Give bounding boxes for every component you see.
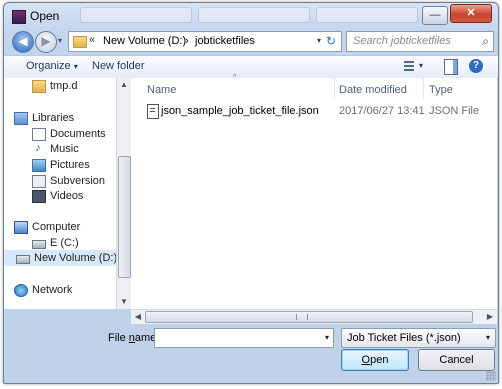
minimize-button[interactable]: — xyxy=(422,6,448,25)
scroll-up-arrow[interactable]: ▲ xyxy=(117,78,131,92)
search-icon[interactable]: ⌕ xyxy=(482,34,489,49)
nav-item-new-volume-d[interactable]: New Volume (D:) xyxy=(4,250,118,266)
navigation-pane: tmp.d Libraries Documents ♪ Music Pictur… xyxy=(4,78,118,309)
file-type-value: Job Ticket Files (*.json) xyxy=(347,332,461,344)
videos-icon xyxy=(32,190,46,203)
label-part: File xyxy=(108,332,129,344)
breadcrumb-overflow[interactable]: « xyxy=(89,34,95,46)
nav-item-label: Pictures xyxy=(50,159,90,171)
nav-item-label: Music xyxy=(50,143,79,155)
column-header-type[interactable]: Type xyxy=(429,82,453,98)
drive-icon xyxy=(16,255,30,264)
recent-locations-dropdown[interactable]: ▾ xyxy=(58,36,62,45)
nav-item-label: Subversion xyxy=(50,175,106,187)
organize-label: Organize xyxy=(26,60,71,72)
back-button[interactable]: ◀ xyxy=(12,31,34,53)
close-button[interactable]: ✕ xyxy=(450,4,492,23)
organize-button[interactable]: Organize ▾ xyxy=(26,60,78,72)
scroll-thumb[interactable] xyxy=(145,311,473,323)
breadcrumb-new-volume[interactable]: New Volume (D:) xyxy=(103,35,186,47)
grip-icon xyxy=(296,314,308,320)
file-list: Name ^ Date modified Type json_sample_jo… xyxy=(131,74,497,309)
open-button[interactable]: Open xyxy=(341,349,409,371)
file-type: JSON File xyxy=(429,105,480,117)
title-bar: Open — ✕ xyxy=(4,3,498,29)
network-icon xyxy=(14,284,28,297)
background-tab xyxy=(316,7,418,23)
label-part: pen xyxy=(370,354,389,366)
nav-item-label: Videos xyxy=(50,190,84,202)
navigation-bar: ◀ ▶ ▾ « New Volume (D:) › jobticketfiles… xyxy=(8,29,494,55)
nav-item-label: Computer xyxy=(32,221,81,233)
help-icon[interactable]: ? xyxy=(469,59,483,73)
folder-icon xyxy=(73,36,87,48)
computer-icon xyxy=(14,221,28,234)
column-label: Name xyxy=(147,84,177,96)
file-date-modified: 2017/06/27 13:41 xyxy=(339,105,425,117)
column-header-name[interactable]: Name xyxy=(147,82,176,98)
search-placeholder: Search jobticketfiles xyxy=(353,35,451,47)
file-name: json_sample_job_ticket_file.json xyxy=(161,105,319,117)
scroll-left-arrow[interactable]: ◀ xyxy=(131,310,145,324)
libraries-icon xyxy=(14,112,28,125)
file-type-select[interactable]: Job Ticket Files (*.json) ▾ xyxy=(341,328,496,348)
address-bar[interactable]: « New Volume (D:) › jobticketfiles ▾ ↻ xyxy=(68,31,342,52)
window-title: Open xyxy=(30,9,60,23)
music-icon: ♪ xyxy=(32,143,44,154)
chevron-down-icon: ▾ xyxy=(73,62,78,71)
drive-icon xyxy=(32,240,46,249)
file-name-label: File name: xyxy=(108,332,159,344)
subversion-icon xyxy=(32,175,46,188)
breadcrumb-separator[interactable]: › xyxy=(185,35,189,47)
refresh-icon[interactable]: ↻ xyxy=(323,33,339,49)
chevron-down-icon[interactable]: ▾ xyxy=(325,333,329,342)
address-dropdown[interactable]: ▾ xyxy=(317,36,321,45)
sort-ascending-icon: ^ xyxy=(233,74,237,81)
forward-button[interactable]: ▶ xyxy=(35,31,57,53)
column-divider[interactable] xyxy=(334,78,335,100)
nav-item-label: E (C:) xyxy=(50,237,79,249)
nav-item-label: Documents xyxy=(50,128,106,140)
scroll-down-arrow[interactable]: ▼ xyxy=(117,295,131,309)
change-view-icon[interactable] xyxy=(402,59,416,73)
file-name-input[interactable]: ▾ xyxy=(154,328,334,348)
app-icon xyxy=(12,10,26,24)
preview-pane-icon[interactable] xyxy=(444,59,458,75)
pictures-icon xyxy=(32,159,46,172)
new-folder-button[interactable]: New folder xyxy=(92,60,145,72)
nav-pane-scrollbar[interactable]: ▲ ▼ xyxy=(116,78,131,309)
label-accelerator: O xyxy=(361,354,371,366)
open-dialog: Open — ✕ ◀ ▶ ▾ « New Volume (D:) › jobti… xyxy=(3,2,499,384)
json-file-icon xyxy=(147,104,159,119)
nav-item-label: Libraries xyxy=(32,112,75,124)
command-toolbar: Organize ▾ New folder ▾ ? xyxy=(4,55,498,79)
file-list-scrollbar[interactable]: ◀ ▶ xyxy=(131,309,497,324)
folder-icon xyxy=(32,80,46,93)
background-tab xyxy=(198,7,310,23)
view-options-dropdown[interactable]: ▾ xyxy=(419,61,423,70)
chevron-down-icon: ▾ xyxy=(485,333,490,342)
documents-icon xyxy=(32,128,46,141)
file-row[interactable]: json_sample_job_ticket_file.json 2017/06… xyxy=(139,103,489,121)
search-box[interactable]: Search jobticketfiles ⌕ xyxy=(346,31,494,52)
scroll-right-arrow[interactable]: ▶ xyxy=(483,310,497,324)
column-header-date-modified[interactable]: Date modified xyxy=(339,82,407,98)
background-tab xyxy=(80,7,192,23)
nav-item-label: Network xyxy=(32,284,73,296)
breadcrumb-jobticketfiles[interactable]: jobticketfiles xyxy=(195,35,255,47)
resize-grip-icon[interactable] xyxy=(486,371,496,381)
column-divider[interactable] xyxy=(423,78,424,100)
cancel-button[interactable]: Cancel xyxy=(418,349,495,371)
nav-item-label: tmp.d xyxy=(50,80,78,92)
scroll-thumb[interactable] xyxy=(118,156,131,278)
nav-item-label: New Volume (D:) xyxy=(34,252,118,264)
